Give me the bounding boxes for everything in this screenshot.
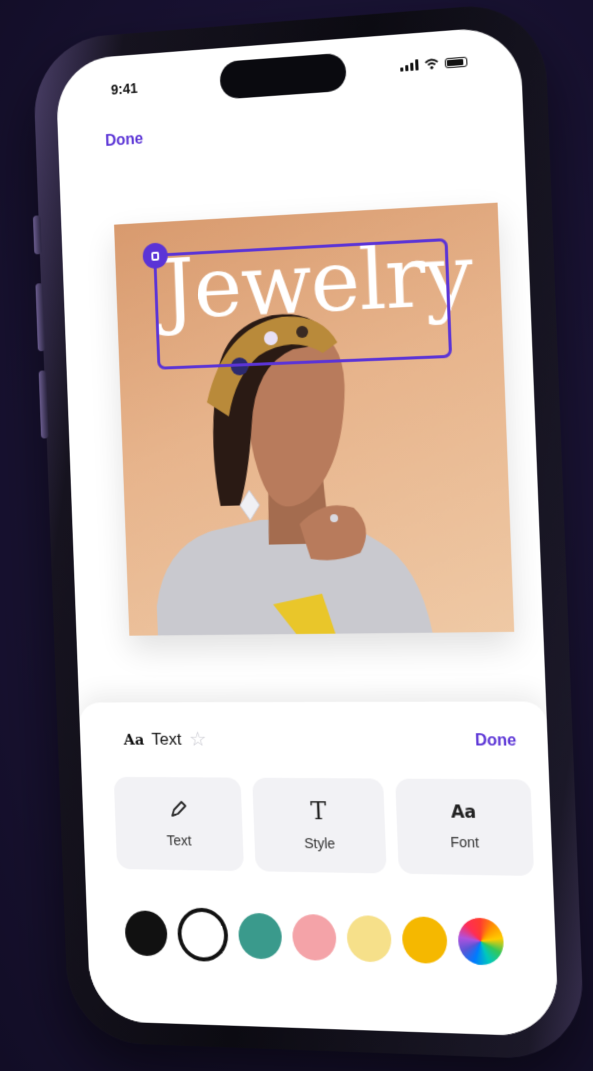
tool-text[interactable]: Text <box>113 776 245 872</box>
panel-header: Aa Text ☆ <box>123 729 207 751</box>
status-icons <box>400 56 468 72</box>
pencil-icon <box>167 799 189 821</box>
tool-row: Text T Style Aa Font <box>113 776 535 876</box>
status-time: 9:41 <box>110 80 138 98</box>
action-button <box>32 215 42 255</box>
color-swatch-pink[interactable] <box>291 913 338 962</box>
tool-style-label: Style <box>303 835 336 852</box>
signal-icon <box>400 59 419 72</box>
design-canvas[interactable]: Jewelry <box>114 202 515 636</box>
color-swatch-white[interactable] <box>176 907 229 963</box>
tool-text-label: Text <box>166 832 192 849</box>
volume-up-button <box>35 283 46 352</box>
panel-done-button[interactable]: Done <box>475 732 517 750</box>
star-icon[interactable]: ☆ <box>189 729 207 751</box>
color-swatch-light-yellow[interactable] <box>346 915 393 963</box>
battery-icon <box>444 56 468 68</box>
phone-screen: 9:41 Done Jewelry Aa Text ☆ Done Text T … <box>55 25 560 1037</box>
tool-font-label: Font <box>450 833 480 851</box>
volume-down-button <box>38 370 49 439</box>
style-icon: T <box>309 797 327 826</box>
delete-handle[interactable] <box>142 242 169 270</box>
text-tool-icon: Aa <box>123 730 145 749</box>
wifi-icon <box>424 58 439 70</box>
color-swatches <box>124 906 546 970</box>
promo-scene: 9:41 Done Jewelry Aa Text ☆ Done Text T … <box>0 0 593 1071</box>
panel-title: Text <box>151 729 182 749</box>
color-wheel-icon[interactable] <box>457 917 505 966</box>
tool-style[interactable]: T Style <box>252 777 387 874</box>
done-button[interactable]: Done <box>105 131 144 151</box>
text-selection-box[interactable] <box>142 238 453 370</box>
color-swatch-teal[interactable] <box>237 912 283 960</box>
color-swatch-yellow[interactable] <box>401 916 448 965</box>
dynamic-island <box>219 52 347 100</box>
color-swatch-black[interactable] <box>124 910 168 957</box>
font-icon: Aa <box>450 801 477 823</box>
text-tool-panel: Aa Text ☆ Done Text T Style Aa Font <box>78 701 560 1037</box>
trash-icon <box>151 251 160 261</box>
phone-frame: 9:41 Done Jewelry Aa Text ☆ Done Text T … <box>32 0 586 1061</box>
tool-font[interactable]: Aa Font <box>395 778 535 876</box>
